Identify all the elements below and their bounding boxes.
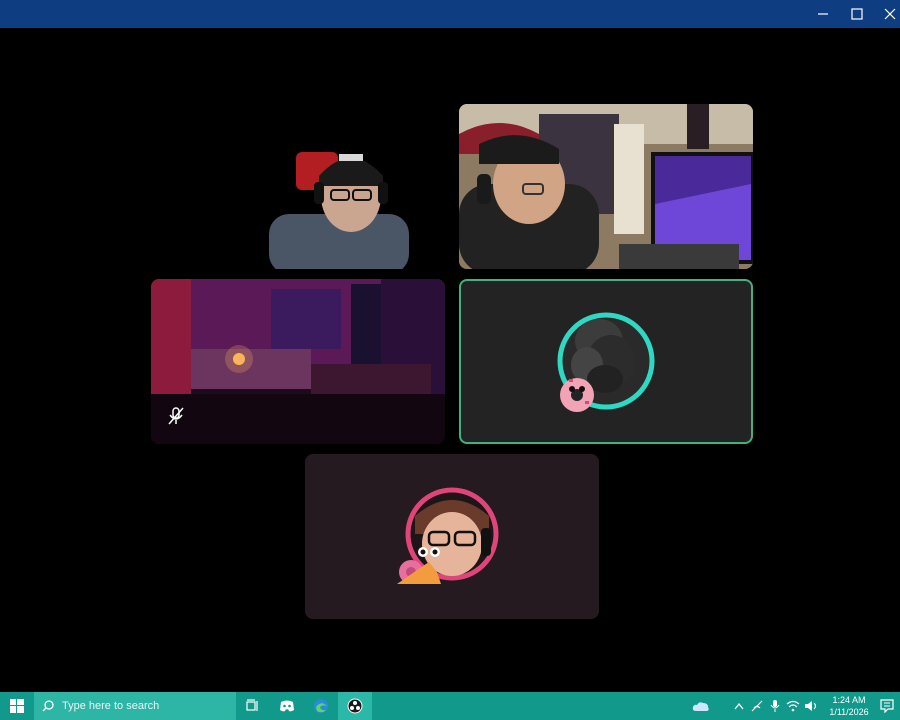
edge-icon: [314, 699, 328, 713]
wifi-icon[interactable]: [785, 692, 801, 720]
maximize-icon: [851, 8, 863, 20]
participant-avatar: [557, 312, 655, 412]
obs-icon: [347, 698, 363, 714]
close-button[interactable]: [873, 0, 900, 28]
search-placeholder: Type here to search: [62, 700, 160, 712]
onedrive-cloud-icon[interactable]: [690, 692, 712, 720]
muted-mic-icon: [165, 405, 187, 432]
clock-time: 1:24 AM: [832, 695, 866, 705]
minimize-button[interactable]: [806, 0, 840, 28]
taskbar-app-discord[interactable]: [270, 692, 304, 720]
call-stage: [0, 28, 900, 692]
window-titlebar: [0, 0, 900, 28]
participant-video-tile[interactable]: [151, 279, 445, 444]
taskbar-app-edge[interactable]: [304, 692, 338, 720]
start-button[interactable]: [0, 692, 34, 720]
system-tray: 1:24 AM 1/11/2026: [689, 692, 900, 720]
search-icon: [42, 700, 54, 712]
maximize-button[interactable]: [840, 0, 874, 28]
windows-taskbar: Type here to search 1:24 AM 1/11/2026: [0, 692, 900, 720]
participant-video: [151, 104, 445, 269]
participant-avatar: [397, 487, 499, 584]
volume-icon[interactable]: [803, 692, 819, 720]
taskbar-app-obs[interactable]: [338, 692, 372, 720]
participant-video: [151, 279, 445, 444]
notification-center-button[interactable]: [874, 692, 900, 720]
chevron-up-icon[interactable]: [731, 692, 747, 720]
task-view-button[interactable]: [236, 692, 270, 720]
microphone-icon[interactable]: [767, 692, 783, 720]
windows-logo-icon: [10, 699, 24, 713]
network-muted-icon[interactable]: [749, 692, 765, 720]
participant-video-tile[interactable]: [459, 104, 753, 269]
participant-avatar-tile-speaking[interactable]: [459, 279, 753, 444]
clock-date: 1/11/2026: [829, 707, 869, 717]
discord-icon: [280, 700, 294, 712]
participant-video: [459, 104, 753, 269]
participant-video-tile[interactable]: [151, 104, 445, 269]
notification-icon: [880, 699, 894, 713]
participant-avatar-tile[interactable]: [305, 454, 599, 619]
taskbar-search-box[interactable]: Type here to search: [34, 692, 236, 720]
task-view-icon: [246, 699, 258, 711]
close-icon: [884, 8, 896, 20]
minimize-icon: [818, 13, 828, 15]
taskbar-clock[interactable]: 1:24 AM 1/11/2026: [824, 694, 874, 718]
